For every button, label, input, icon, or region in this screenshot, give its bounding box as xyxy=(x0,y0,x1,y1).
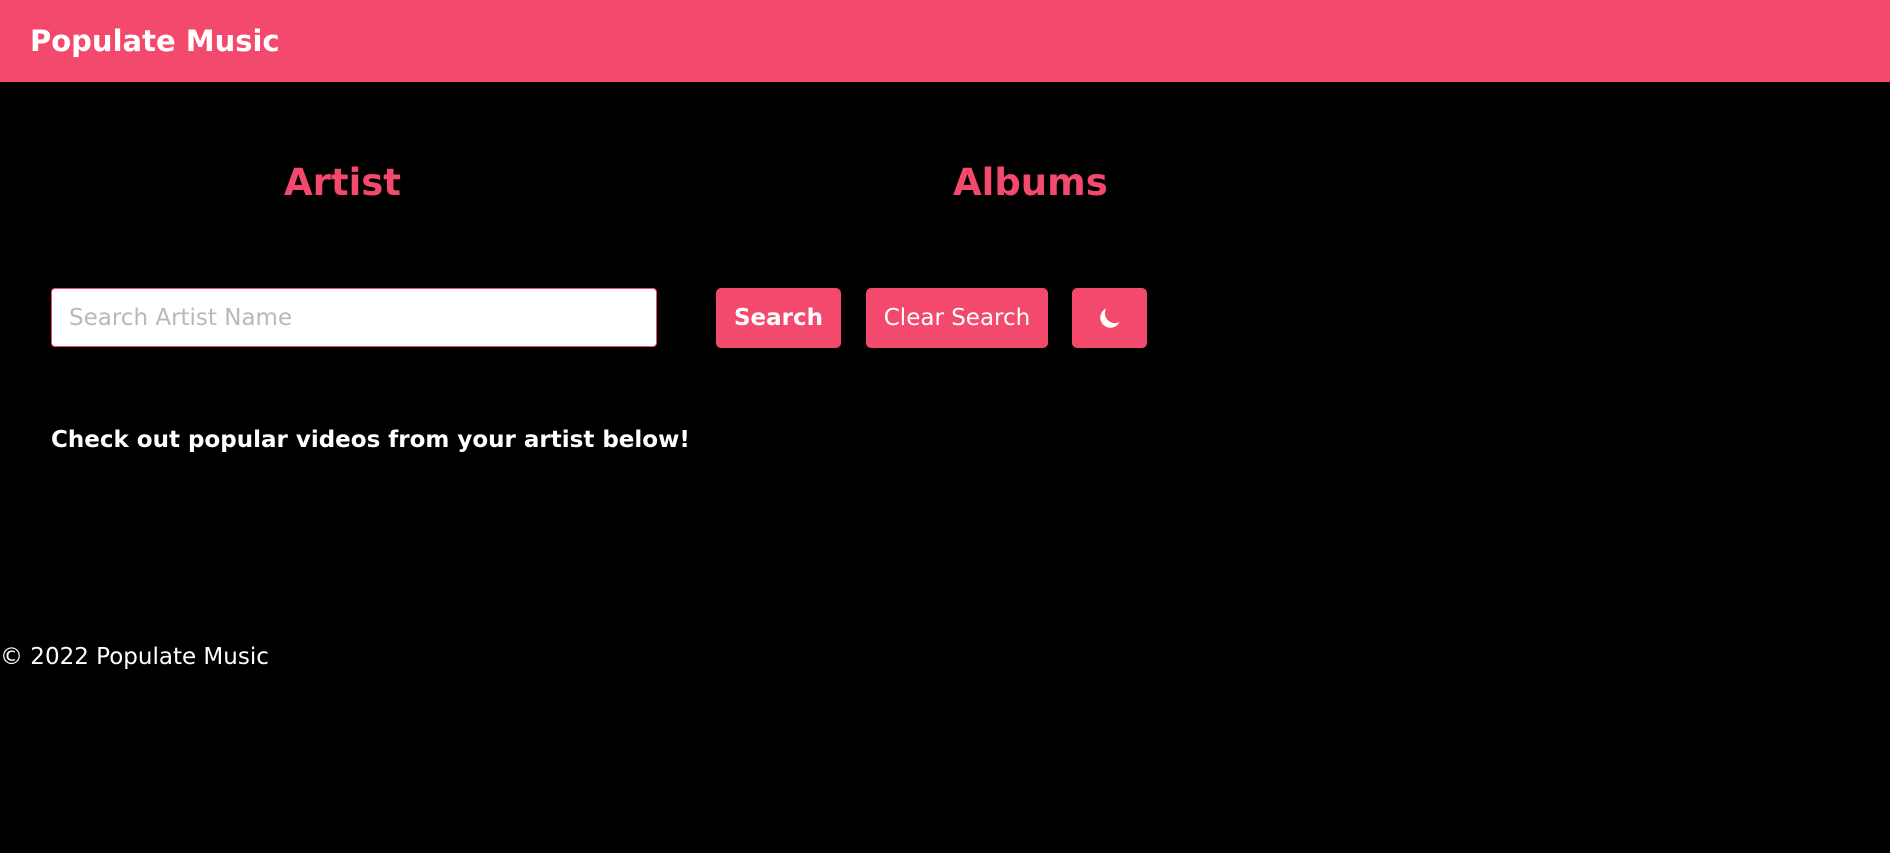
clear-search-button[interactable]: Clear Search xyxy=(866,288,1048,348)
moon-icon xyxy=(1096,304,1124,332)
app-title[interactable]: Populate Music xyxy=(30,23,280,59)
artist-heading: Artist xyxy=(284,161,401,204)
popular-videos-message: Check out popular videos from your artis… xyxy=(51,427,690,453)
albums-heading: Albums xyxy=(953,161,1108,204)
footer-copyright: © 2022 Populate Music xyxy=(0,644,269,670)
search-button[interactable]: Search xyxy=(716,288,841,348)
artist-search-input[interactable] xyxy=(51,288,657,347)
top-nav-bar: Populate Music xyxy=(0,0,1890,82)
theme-toggle-button[interactable] xyxy=(1072,288,1147,348)
